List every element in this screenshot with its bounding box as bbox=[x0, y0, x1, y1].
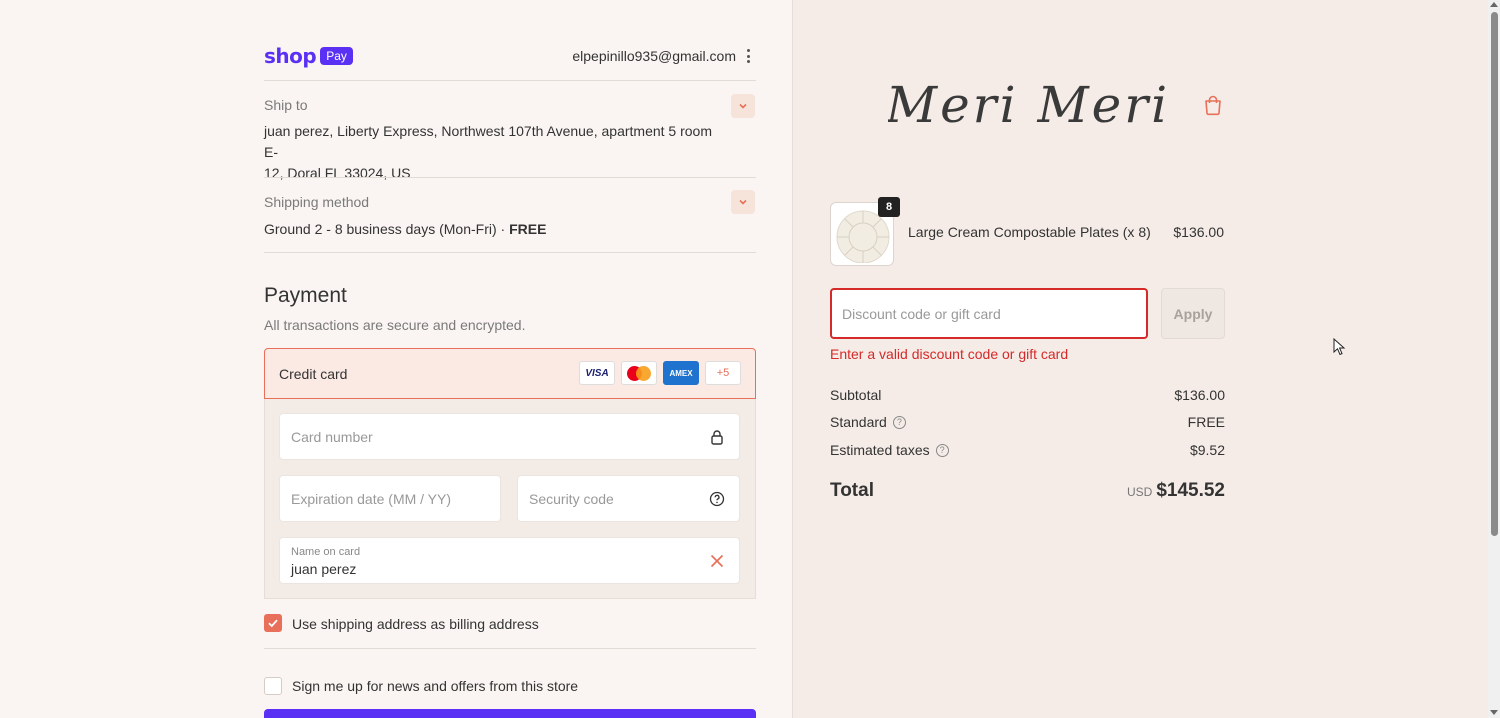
shipping-method-text: Ground 2 - 8 business days (Mon-Fri) · bbox=[264, 221, 510, 237]
shipping-value: FREE bbox=[1187, 414, 1225, 430]
product-price: $136.00 bbox=[1173, 224, 1224, 240]
checkmark-icon bbox=[268, 619, 278, 628]
payment-title: Payment bbox=[264, 284, 347, 307]
address-line-1: juan perez, Liberty Express, Northwest 1… bbox=[264, 123, 712, 160]
shipping-method-value: Ground 2 - 8 business days (Mon-Fri) · F… bbox=[264, 219, 546, 240]
divider bbox=[264, 80, 756, 81]
shopping-bag-icon[interactable] bbox=[1202, 94, 1224, 116]
quantity-badge: 8 bbox=[878, 197, 900, 217]
more-cards-badge: +5 bbox=[705, 361, 741, 385]
expiration-date-field[interactable]: Expiration date (MM / YY) bbox=[279, 475, 501, 522]
name-on-card-field[interactable]: Name on card juan perez bbox=[279, 537, 740, 584]
help-icon[interactable]: ? bbox=[892, 415, 906, 429]
total-currency: USD bbox=[1126, 485, 1153, 499]
pay-now-button[interactable] bbox=[264, 709, 756, 718]
subtotal-label: Subtotal bbox=[830, 387, 882, 403]
expiration-placeholder: Expiration date (MM / YY) bbox=[291, 491, 452, 507]
newsletter-checkbox[interactable] bbox=[264, 677, 282, 695]
visa-icon: VISA bbox=[579, 361, 615, 385]
scroll-up-arrow-icon[interactable] bbox=[1490, 2, 1498, 7]
store-logo-text: Meri Meri bbox=[888, 76, 1168, 134]
divider bbox=[264, 252, 756, 253]
discount-input[interactable] bbox=[832, 290, 1146, 337]
shop-pay-badge: Pay bbox=[320, 47, 353, 65]
ship-to-expand-button[interactable] bbox=[731, 94, 755, 118]
mastercard-icon bbox=[621, 361, 657, 385]
card-number-field[interactable]: Card number bbox=[279, 413, 740, 460]
address-line-2: 12, Doral FL 33024, US bbox=[264, 165, 411, 181]
close-icon[interactable] bbox=[709, 553, 725, 569]
account-email: elpepinillo935@gmail.com bbox=[572, 48, 736, 64]
shipping-label: Standard bbox=[830, 414, 887, 430]
credit-card-label: Credit card bbox=[279, 366, 348, 382]
discount-field[interactable] bbox=[830, 288, 1148, 339]
taxes-value: $9.52 bbox=[1189, 442, 1225, 458]
divider bbox=[264, 648, 756, 649]
shipping-method-price: FREE bbox=[509, 221, 547, 237]
card-number-placeholder: Card number bbox=[291, 429, 373, 445]
store-logo: Meri Meri bbox=[888, 76, 1168, 134]
shop-pay-brand: shop bbox=[264, 44, 317, 68]
chevron-down-icon bbox=[739, 199, 747, 205]
total-amount: USD $145.52 bbox=[1100, 480, 1225, 502]
subtotal-value: $136.00 bbox=[1174, 387, 1225, 403]
page-scrollbar[interactable] bbox=[1488, 0, 1500, 718]
card-logos: VISA AMEX +5 bbox=[579, 361, 741, 385]
newsletter-label: Sign me up for news and offers from this… bbox=[292, 678, 579, 694]
account-menu-icon[interactable] bbox=[742, 48, 754, 64]
product-name: Large Cream Compostable Plates (x 8) bbox=[908, 224, 1151, 240]
total-value: $145.52 bbox=[1156, 480, 1225, 501]
credit-card-option[interactable]: Credit card VISA AMEX +5 bbox=[264, 348, 756, 399]
help-icon[interactable] bbox=[709, 491, 725, 507]
amex-icon: AMEX bbox=[663, 361, 699, 385]
shipping-method-label: Shipping method bbox=[264, 194, 370, 210]
shipping-label-group: Standard? bbox=[830, 414, 906, 430]
billing-same-label: Use shipping address as billing address bbox=[292, 616, 539, 632]
name-on-card-label: Name on card bbox=[291, 546, 361, 558]
help-icon[interactable]: ? bbox=[935, 443, 949, 457]
ship-to-label: Ship to bbox=[264, 97, 308, 113]
shop-pay-logo: shop Pay bbox=[264, 44, 353, 68]
ship-to-address: juan perez, Liberty Express, Northwest 1… bbox=[264, 121, 724, 184]
security-code-placeholder: Security code bbox=[529, 491, 614, 507]
shipping-method-expand-button[interactable] bbox=[731, 190, 755, 214]
discount-error-message: Enter a valid discount code or gift card bbox=[830, 346, 1069, 362]
chevron-down-icon bbox=[739, 103, 747, 109]
lock-icon bbox=[711, 430, 723, 445]
taxes-label: Estimated taxes bbox=[830, 442, 930, 458]
scrollbar-thumb[interactable] bbox=[1491, 12, 1498, 536]
mouse-cursor-icon bbox=[1333, 338, 1346, 356]
apply-discount-button[interactable]: Apply bbox=[1161, 288, 1225, 339]
total-label: Total bbox=[830, 480, 874, 501]
billing-same-checkbox[interactable] bbox=[264, 614, 282, 632]
security-code-field[interactable]: Security code bbox=[517, 475, 740, 522]
payment-subtitle: All transactions are secure and encrypte… bbox=[264, 317, 526, 333]
divider bbox=[264, 177, 756, 178]
name-on-card-value: juan perez bbox=[291, 561, 357, 577]
scroll-down-arrow-icon[interactable] bbox=[1490, 710, 1498, 715]
taxes-label-group: Estimated taxes? bbox=[830, 442, 949, 458]
